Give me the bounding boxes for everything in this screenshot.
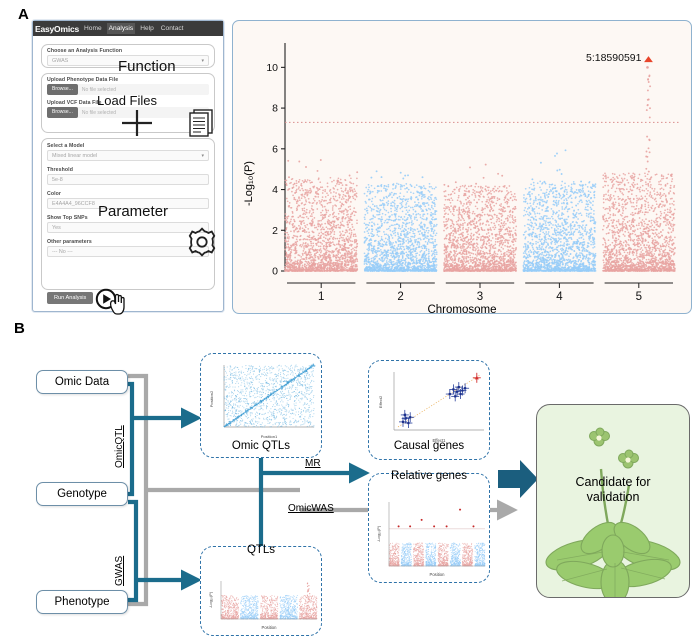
chevron-down-icon: ▾: [201, 57, 204, 64]
svg-text:8: 8: [272, 103, 278, 115]
manhattan-chart: 02468101 2 3 4 55:18590591: [266, 43, 681, 303]
panel-a-letter: A: [18, 6, 29, 23]
edge-label-mr: MR: [305, 458, 321, 469]
hand-cursor-icon: [109, 293, 125, 315]
caption-relative-genes: Relative genes: [390, 470, 468, 482]
phenotype-file-status: No file selected: [81, 86, 117, 93]
color-value: E4A4A4_96CCF8: [52, 200, 95, 207]
model-select[interactable]: Mixed linear model ▾: [47, 150, 209, 161]
threshold-label: Threshold: [47, 167, 73, 173]
svg-text:10: 10: [266, 62, 278, 74]
svg-text:1: 1: [318, 291, 324, 303]
nav-item-analysis[interactable]: Analysis: [106, 23, 136, 34]
other-parameters-value: --- No ---: [52, 248, 73, 255]
omic-qtls-scatter: Position2Position1: [209, 363, 316, 439]
gear-icon: [188, 227, 216, 257]
svg-text:4: 4: [272, 184, 278, 196]
svg-text:2: 2: [397, 291, 403, 303]
node-genotype-label: Genotype: [57, 488, 107, 500]
edge-label-omicqtl: OmicQTL: [114, 425, 125, 468]
node-phenotype[interactable]: Phenotype: [36, 590, 128, 614]
result-box-qtls: -Log₁₀(P) Position: [200, 546, 322, 636]
edge-label-omicwas: OmicWAS: [288, 503, 334, 514]
threshold-input[interactable]: 5e-8: [47, 174, 209, 185]
app-navbar: EasyOmics Home Analysis Help Contact: [33, 21, 223, 36]
output-caption: Candidate for validation: [537, 475, 689, 505]
manhattan-y-axis-label: -Log₁₀(P): [243, 161, 255, 206]
panel-a: A EasyOmics Home Analysis Help Contact C…: [0, 0, 700, 318]
node-phenotype-label: Phenotype: [54, 596, 110, 608]
show-top-snps-value: Yes: [52, 224, 61, 231]
node-omic-data-label: Omic Data: [54, 376, 110, 388]
qtls-manhattan: -Log₁₀(P)Position: [208, 581, 318, 630]
annotation-function: Function: [118, 58, 176, 75]
model-value: Mixed linear model: [52, 152, 98, 159]
edge-label-gwas: GWAS: [114, 555, 125, 586]
block-arrow-icon: [498, 460, 538, 498]
phenotype-browse-button[interactable]: Browse...: [47, 84, 78, 95]
threshold-value: 5e-8: [52, 176, 63, 183]
result-box-relative-genes: -Log₁₀(P) Position: [368, 473, 490, 583]
nav-item-home[interactable]: Home: [82, 23, 104, 34]
documents-icon: [189, 109, 213, 137]
caption-qtls: QTLs: [246, 544, 276, 556]
svg-text:6: 6: [272, 143, 278, 155]
panel-b: B Omic Data Genotype Phenotype OmicQTL G…: [0, 318, 700, 642]
vcf-file-status: No file selected: [81, 109, 117, 116]
plus-icon: [122, 110, 152, 136]
nav-item-contact[interactable]: Contact: [159, 23, 186, 34]
svg-text:2: 2: [272, 225, 278, 237]
analysis-function-value: GWAS: [52, 57, 69, 64]
vcf-browse-button[interactable]: Browse...: [47, 107, 78, 118]
svg-text:0: 0: [272, 266, 278, 278]
manhattan-x-axis-label: Chromosome: [427, 304, 497, 316]
manhattan-plot-panel: -Log₁₀(P) 0 2 4 6 8 10 1 2 3 4 5 5:18590591 Chromos…: [232, 20, 692, 316]
output-caption-line1: Candidate for: [575, 475, 651, 489]
phenotype-file-label: Upload Phenotype Data File: [47, 77, 119, 83]
nav-item-help[interactable]: Help: [138, 23, 156, 34]
annotation-parameter: Parameter: [98, 203, 169, 220]
analysis-function-label: Choose an Analysis Function: [47, 48, 123, 54]
output-caption-line2: validation: [586, 490, 640, 504]
node-omic-data[interactable]: Omic Data: [36, 370, 128, 394]
annotation-load-files: Load Files: [97, 93, 157, 108]
model-label: Select a Model: [47, 143, 85, 149]
run-analysis-button[interactable]: Run Analysis: [47, 292, 94, 304]
color-label: Color: [47, 191, 62, 197]
node-genotype[interactable]: Genotype: [36, 482, 128, 506]
chevron-down-icon: ▾: [201, 152, 204, 159]
app-brand: EasyOmics: [35, 23, 80, 34]
causal-genes-scatter: Effect2Effect1: [378, 372, 484, 443]
relative-genes-manhattan: -Log₁₀(P)Position: [376, 502, 486, 577]
output-box-candidate: Candidate for validation: [536, 404, 690, 598]
caption-omic-qtls: Omic QTLs: [231, 440, 291, 452]
caption-causal-genes: Causal genes: [393, 440, 465, 452]
